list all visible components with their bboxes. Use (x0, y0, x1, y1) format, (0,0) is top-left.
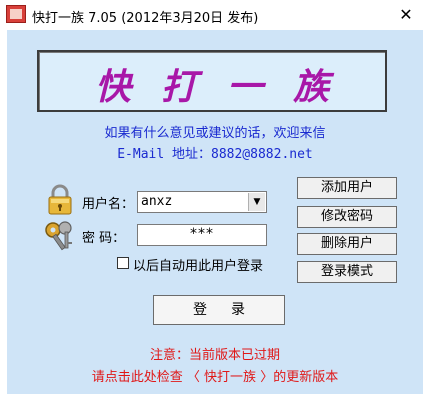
username-label: 用户名： (82, 197, 135, 212)
username-value: anxz (141, 194, 173, 209)
window-title: 快打一族 7.05 (2012年3月20日 发布) (32, 11, 259, 26)
key-icon (45, 221, 72, 251)
password-label: 密 码： (82, 231, 126, 246)
login-window: 快打一族 7.05 (2012年3月20日 发布) ✕ 快打一族 如果有什么意见… (0, 0, 430, 401)
auto-login-checkbox[interactable] (117, 257, 129, 269)
expired-notice: 注意：当前版本已过期 (149, 348, 280, 363)
app-icon (6, 5, 26, 23)
password-value: *** (190, 226, 214, 242)
username-combobox[interactable]: anxz ▼ (137, 191, 267, 213)
close-button[interactable]: ✕ (388, 4, 424, 26)
banner-panel: 快打一族 (37, 50, 387, 112)
auto-login-label[interactable]: 以后自动用此用户登录 (133, 255, 263, 274)
login-mode-button[interactable]: 登录模式 (297, 261, 397, 283)
update-check-link[interactable]: 请点击此处检查 〈 快打一族 〉的更新版本 (7, 366, 423, 385)
lock-icon (48, 184, 72, 215)
title-bar: 快打一族 7.05 (2012年3月20日 发布) ✕ (0, 0, 430, 30)
delete-user-button[interactable]: 删除用户 (297, 233, 397, 255)
password-field[interactable]: *** (137, 224, 267, 246)
client-area: 快打一族 如果有什么意见或建议的话，欢迎来信 E-Mail 地址：8882@88… (7, 30, 423, 394)
add-user-button[interactable]: 添加用户 (297, 177, 397, 199)
change-password-button[interactable]: 修改密码 (297, 206, 397, 228)
feedback-message: 如果有什么意见或建议的话，欢迎来信 (104, 126, 326, 141)
email-address: E-Mail 地址：8882@8882.net (117, 147, 313, 162)
banner-title: 快打一族 (94, 66, 359, 108)
login-button[interactable]: 登录 (153, 295, 285, 325)
chevron-down-icon[interactable]: ▼ (248, 193, 265, 211)
